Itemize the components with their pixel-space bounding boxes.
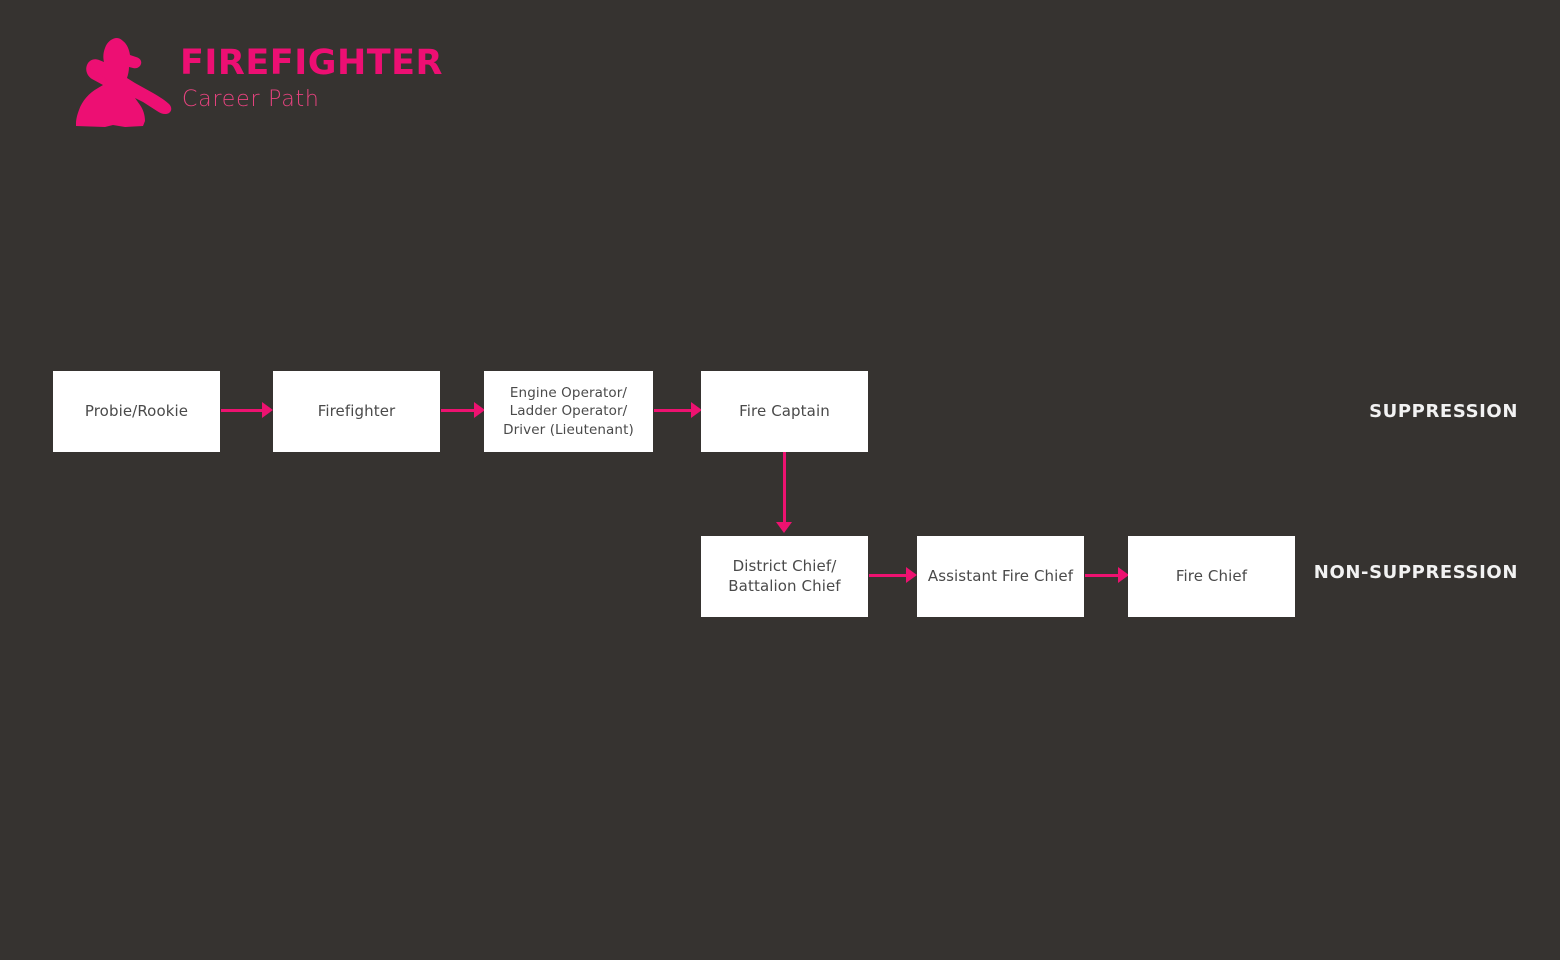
node-label: Probie/Rookie xyxy=(84,401,189,420)
edge-probie-to-firefighter xyxy=(221,409,268,412)
node-label: Fire Captain xyxy=(739,401,830,420)
track-label-non-suppression: NON-SUPPRESSION xyxy=(1313,562,1518,583)
node-assistant-fire-chief: Assistant Fire Chief xyxy=(917,536,1084,617)
node-probie-rookie: Probie/Rookie xyxy=(53,371,220,452)
edge-arrowhead-icon xyxy=(776,522,792,533)
career-path-flowchart: Probie/Rookie Firefighter Engine Operato… xyxy=(0,0,1560,960)
edge-arrowhead-icon xyxy=(906,567,917,583)
node-district-chief: District Chief/ Battalion Chief xyxy=(701,536,868,617)
track-label-suppression: SUPPRESSION xyxy=(1369,401,1518,422)
node-firefighter: Firefighter xyxy=(273,371,440,452)
edge-fire-captain-to-district-chief xyxy=(783,452,786,524)
node-label: Firefighter xyxy=(317,401,396,420)
node-label: Fire Chief xyxy=(1175,566,1248,585)
node-label: Assistant Fire Chief xyxy=(927,566,1074,585)
edge-arrowhead-icon xyxy=(262,402,273,418)
node-label: District Chief/ Battalion Chief xyxy=(728,556,841,595)
node-fire-chief: Fire Chief xyxy=(1128,536,1295,617)
node-engine-operator: Engine Operator/ Ladder Operator/ Driver… xyxy=(484,371,653,452)
node-fire-captain: Fire Captain xyxy=(701,371,868,452)
node-label: Engine Operator/ Ladder Operator/ Driver… xyxy=(503,384,634,438)
